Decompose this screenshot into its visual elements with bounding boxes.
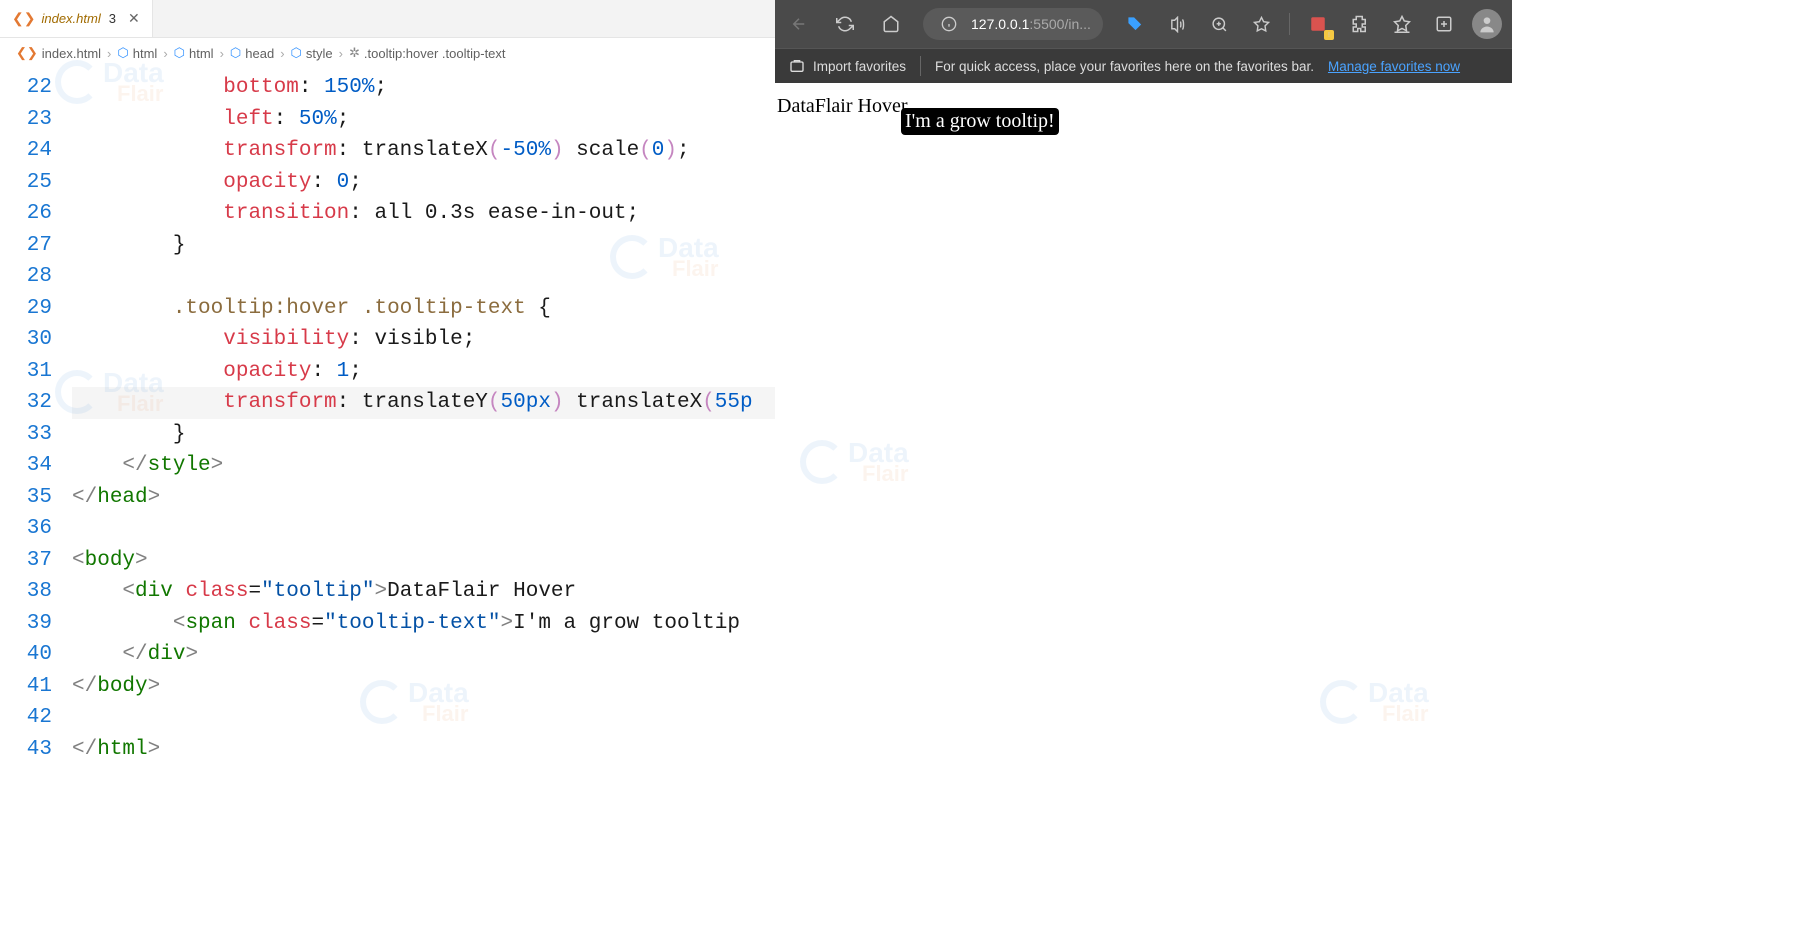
code-editor[interactable]: 2223242526272829303132333435363738394041… <box>0 68 775 948</box>
page-hover-text[interactable]: DataFlair Hover <box>777 95 908 118</box>
code-content[interactable]: bottom: 150%; left: 50%; transform: tran… <box>72 68 775 948</box>
breadcrumb: ❮❯ index.html › ⬡ html › ⬡ html › ⬡ head… <box>0 38 775 68</box>
chevron-right-icon: › <box>220 46 224 61</box>
refresh-button[interactable] <box>831 10 859 38</box>
collections-icon[interactable] <box>1430 10 1458 38</box>
browser-viewport: DataFlair Hover I'm a grow tooltip! <box>775 83 1512 948</box>
editor-panel: ❮❯ index.html 3 ✕ ❮❯ index.html › ⬡ html… <box>0 0 775 948</box>
tab-label: index.html <box>41 11 100 26</box>
chevron-right-icon: › <box>163 46 167 61</box>
tooltip-box: I'm a grow tooltip! <box>901 108 1059 135</box>
crumb-html[interactable]: ⬡ html <box>117 45 157 61</box>
line-number-gutter: 2223242526272829303132333435363738394041… <box>0 68 72 948</box>
back-button[interactable] <box>785 10 813 38</box>
cube-icon: ⬡ <box>230 45 241 61</box>
favorites-icon[interactable] <box>1388 10 1416 38</box>
import-favorites-button[interactable]: Import favorites <box>789 58 906 74</box>
home-button[interactable] <box>877 10 905 38</box>
chevron-right-icon: › <box>280 46 284 61</box>
separator <box>1289 13 1290 35</box>
crumb-head[interactable]: ⬡ head <box>230 45 274 61</box>
address-bar[interactable]: 127.0.0.1:5500/in... <box>923 8 1103 40</box>
manage-favorites-link[interactable]: Manage favorites now <box>1328 59 1460 74</box>
crumb-html2[interactable]: ⬡ html <box>174 45 214 61</box>
separator <box>920 56 921 76</box>
chevron-right-icon: › <box>107 46 111 61</box>
shopping-tag-icon[interactable] <box>1121 10 1149 38</box>
chevron-right-icon: › <box>339 46 343 61</box>
info-icon[interactable] <box>935 10 963 38</box>
html-file-icon: ❮❯ <box>16 45 38 61</box>
cube-icon: ⬡ <box>291 45 302 61</box>
crumb-selector[interactable]: ✲ .tooltip:hover .tooltip-text <box>349 45 506 61</box>
favorites-hint: For quick access, place your favorites h… <box>935 59 1314 74</box>
browser-toolbar: 127.0.0.1:5500/in... ! <box>775 0 1512 48</box>
address-text: 127.0.0.1:5500/in... <box>971 16 1091 32</box>
crumb-file[interactable]: ❮❯ index.html <box>16 45 101 61</box>
tab-bar: ❮❯ index.html 3 ✕ <box>0 0 775 38</box>
html-file-icon: ❮❯ <box>12 10 35 27</box>
tab-index-html[interactable]: ❮❯ index.html 3 ✕ <box>0 0 153 37</box>
office-icon[interactable]: ! <box>1304 10 1332 38</box>
tab-modified-count: 3 <box>109 11 116 26</box>
import-icon <box>789 58 805 74</box>
cube-icon: ⬡ <box>117 45 128 61</box>
css-rule-icon: ✲ <box>349 45 360 61</box>
cube-icon: ⬡ <box>174 45 185 61</box>
crumb-style[interactable]: ⬡ style <box>291 45 333 61</box>
extensions-icon[interactable] <box>1346 10 1374 38</box>
profile-avatar[interactable] <box>1472 9 1502 39</box>
zoom-icon[interactable] <box>1205 10 1233 38</box>
close-icon[interactable]: ✕ <box>128 10 140 27</box>
browser-panel: 127.0.0.1:5500/in... ! Import favorites … <box>775 0 1512 948</box>
notification-badge: ! <box>1324 30 1334 40</box>
read-aloud-icon[interactable] <box>1163 10 1191 38</box>
favorite-star-icon[interactable] <box>1247 10 1275 38</box>
favorites-bar: Import favorites For quick access, place… <box>775 48 1512 83</box>
